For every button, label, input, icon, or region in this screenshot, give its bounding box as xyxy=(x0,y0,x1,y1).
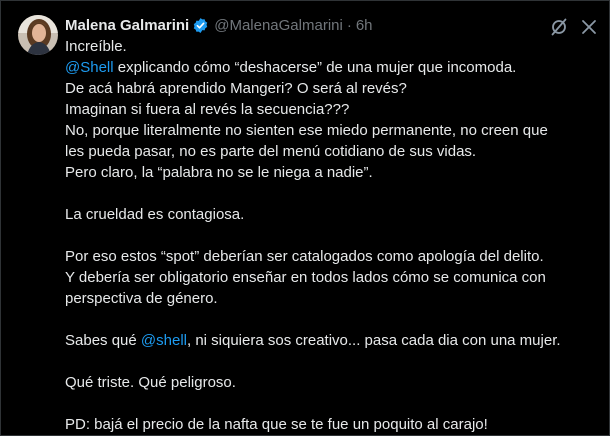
text-fragment: , ni siquiera sos creativo... pasa cada … xyxy=(186,332,561,349)
text-line: Sabes qué @shell, ni siquiera sos creati… xyxy=(65,330,585,351)
avatar[interactable] xyxy=(18,15,58,55)
text-line: La crueldad es contagiosa. xyxy=(65,206,245,223)
avatar-image xyxy=(18,15,58,55)
text-line: Increíble. xyxy=(65,38,127,55)
close-icon[interactable] xyxy=(580,18,598,36)
mention-link-shell[interactable]: @Shell xyxy=(65,59,114,76)
text-fragment: explicando cómo “deshacerse” de una muje… xyxy=(113,59,517,76)
tweet-header: Malena Galmarini @MalenaGalmarini · 6h xyxy=(65,14,585,36)
text-line: Por eso estos “spot” deberían ser catalo… xyxy=(65,248,544,265)
separator-dot: · xyxy=(346,16,352,34)
display-name[interactable]: Malena Galmarini xyxy=(65,17,189,34)
tweet-card: Malena Galmarini @MalenaGalmarini · 6h I… xyxy=(0,0,610,436)
tweet-content: Malena Galmarini @MalenaGalmarini · 6h I… xyxy=(65,14,585,435)
text-line: perspectiva de género. xyxy=(65,290,218,307)
mention-link-shell[interactable]: @shell xyxy=(141,332,187,349)
text-line: De acá habrá aprendido Mangeri? O será a… xyxy=(65,80,407,97)
user-handle[interactable]: @MalenaGalmarini xyxy=(214,17,343,34)
text-line: les pueda pasar, no es parte del menú co… xyxy=(65,143,477,160)
tweet-text: Increíble. @Shell explicando cómo “desha… xyxy=(65,36,585,435)
text-line: @Shell explicando cómo “deshacerse” de u… xyxy=(65,57,585,78)
text-line: Imaginan si fuera al revés la secuencia?… xyxy=(65,101,350,118)
text-line: PD: bajá el precio de la nafta que se te… xyxy=(65,416,488,433)
timestamp[interactable]: 6h xyxy=(356,17,373,34)
text-line: Pero claro, la “palabra no se le niega a… xyxy=(65,164,373,181)
text-line: Qué triste. Qué peligroso. xyxy=(65,374,236,391)
grok-icon[interactable] xyxy=(549,17,569,37)
verified-badge-icon[interactable] xyxy=(192,17,209,34)
text-line: Y debería ser obligatorio enseñar en tod… xyxy=(65,269,546,286)
text-line: No, porque literalmente no sienten ese m… xyxy=(65,122,548,139)
text-fragment: Sabes qué xyxy=(65,332,141,349)
